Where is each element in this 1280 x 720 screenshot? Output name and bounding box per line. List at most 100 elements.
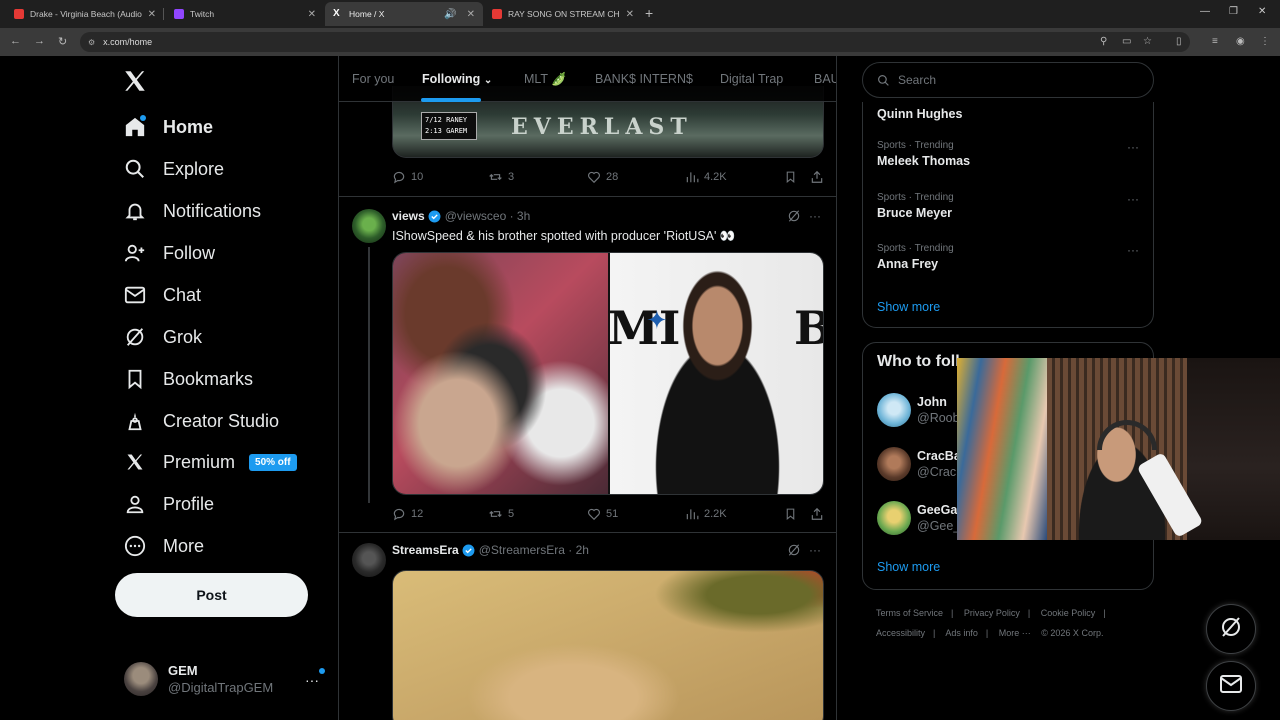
trend-item[interactable]: Sports · Trending Bruce Meyer [877, 192, 954, 220]
tweet-time[interactable]: · 3h [510, 209, 531, 223]
like-button[interactable]: 28 [587, 170, 618, 184]
follow-suggestion[interactable]: GeeGa @Gee_ [877, 501, 960, 535]
tweet-image-left[interactable] [393, 253, 608, 494]
tweet-streamsera[interactable]: StreamsEra @StreamersEra · 2h ··· [339, 532, 836, 720]
back-icon[interactable]: ← [10, 35, 21, 47]
minimize-icon[interactable]: — [1200, 6, 1210, 17]
cast-icon[interactable]: ▭ [1122, 36, 1131, 47]
new-tab-button[interactable]: + [645, 5, 653, 21]
tab-mlt[interactable]: MLT 🫛 [524, 72, 567, 87]
grok-icon[interactable] [787, 209, 801, 226]
trend-item[interactable]: Sports · Trending Anna Frey [877, 243, 954, 271]
follow-suggestion[interactable]: CracBa @Crac [877, 447, 961, 481]
zoom-icon[interactable]: ⚲ [1100, 36, 1107, 47]
account-more-icon[interactable]: ··· [305, 668, 325, 688]
tab-digital-trap[interactable]: Digital Trap [720, 72, 783, 86]
trends-show-more-link[interactable]: Show more [877, 300, 940, 314]
messages-fab-button[interactable] [1206, 661, 1256, 711]
who-to-follow-show-more-link[interactable]: Show more [877, 560, 940, 574]
tab-for-you[interactable]: For you [352, 72, 394, 86]
post-button[interactable]: Post [115, 573, 308, 617]
repost-button[interactable]: 5 [488, 507, 514, 521]
sidebar-panel-icon[interactable]: ▯ [1176, 36, 1182, 47]
tweet-image-right[interactable]: MI BI ✦ [608, 253, 823, 494]
nav-home[interactable]: Home [124, 112, 213, 142]
nav-profile[interactable]: Profile [124, 489, 214, 519]
like-button[interactable]: 51 [587, 507, 618, 521]
x-logo-icon[interactable] [122, 68, 150, 96]
close-window-icon[interactable]: ✕ [1258, 6, 1266, 17]
author-name[interactable]: StreamsEra [392, 543, 459, 557]
reply-button[interactable]: 10 [392, 170, 423, 184]
browser-tab-ray-song[interactable]: RAY SONG ON STREAM CHRIS... ✕ [484, 2, 642, 26]
tab-bank-interns[interactable]: BANK$ INTERN$ [595, 72, 693, 86]
tweet-media[interactable]: MI BI ✦ [392, 252, 824, 495]
profile-icon[interactable]: ◉ [1236, 36, 1245, 47]
nav-notifications[interactable]: Notifications [124, 196, 261, 226]
share-button[interactable] [810, 507, 829, 521]
nav-label: Explore [163, 158, 225, 179]
tweet-views[interactable]: views @viewsceo · 3h ··· IShowSpeed & hi… [339, 196, 836, 532]
author-handle[interactable]: @viewsceo [445, 209, 507, 223]
trend-item[interactable]: Sports · Trending Meleek Thomas [877, 140, 970, 168]
bookmark-star-icon[interactable]: ☆ [1143, 36, 1152, 47]
trend-item[interactable]: Quinn Hughes [877, 104, 962, 121]
footer-link-ads-info[interactable]: Ads info [945, 628, 978, 638]
close-tab-icon[interactable]: ✕ [148, 9, 156, 20]
nav-grok[interactable]: Grok [124, 322, 202, 352]
tweet-media[interactable] [392, 570, 824, 720]
close-tab-icon[interactable]: ✕ [626, 9, 634, 20]
nav-creator-studio[interactable]: Creator Studio [124, 406, 279, 436]
trend-more-icon[interactable]: ··· [1127, 243, 1139, 257]
tweet-more-icon[interactable]: ··· [809, 543, 821, 557]
trend-more-icon[interactable]: ··· [1127, 140, 1139, 154]
restore-icon[interactable]: ❐ [1229, 6, 1238, 17]
chevron-down-icon[interactable]: ⌄ [484, 75, 492, 86]
author-handle[interactable]: @StreamersEra [479, 543, 565, 557]
bookmark-button[interactable] [784, 507, 802, 521]
share-button[interactable] [810, 170, 829, 184]
browser-tab-twitch[interactable]: Twitch ✕ [166, 2, 324, 26]
author-name[interactable]: views [392, 209, 425, 223]
audio-icon[interactable]: 🔊 [444, 9, 456, 20]
nav-more[interactable]: More [124, 531, 204, 561]
tab-following[interactable]: Following ⌄ [422, 72, 492, 86]
browser-tab-drake[interactable]: Drake - Virginia Beach (Audio) ✕ [6, 2, 164, 26]
site-info-icon[interactable]: ⚙ [88, 38, 95, 47]
tweet-time[interactable]: · 2h [568, 543, 589, 557]
address-bar[interactable]: ⚙ x.com/home [80, 32, 1190, 52]
nav-explore[interactable]: Explore [124, 154, 224, 184]
trend-more-icon[interactable]: ··· [1127, 192, 1139, 206]
follow-suggestion[interactable]: John @Roob [877, 393, 960, 427]
footer-link-accessibility[interactable]: Accessibility [876, 628, 925, 638]
footer-link-privacy[interactable]: Privacy Policy [964, 608, 1020, 618]
search-input[interactable]: Search [862, 62, 1154, 98]
avatar[interactable] [352, 209, 386, 243]
browser-menu-icon[interactable]: ⋮ [1260, 36, 1270, 47]
nav-premium[interactable]: Premium 50% off [124, 447, 297, 477]
views-button[interactable]: 2.2K [685, 507, 727, 521]
avatar[interactable] [352, 543, 386, 577]
grok-fab-button[interactable] [1206, 604, 1256, 654]
close-tab-icon[interactable]: ✕ [467, 9, 475, 20]
account-switcher[interactable]: GEM @DigitalTrapGEM [124, 662, 273, 696]
footer-link-cookies[interactable]: Cookie Policy [1041, 608, 1096, 618]
footer-link-terms[interactable]: Terms of Service [876, 608, 943, 618]
repost-button[interactable]: 3 [488, 170, 514, 184]
tweet-more-icon[interactable]: ··· [809, 209, 821, 223]
grok-icon[interactable] [787, 543, 801, 560]
nav-follow[interactable]: Follow [124, 238, 215, 268]
reply-button[interactable]: 12 [392, 507, 423, 521]
who-to-follow-title: Who to foll [877, 353, 960, 370]
forward-icon[interactable]: → [34, 35, 45, 47]
views-button[interactable]: 4.2K [685, 170, 727, 184]
reload-icon[interactable]: ↻ [58, 35, 67, 48]
close-tab-icon[interactable]: ✕ [308, 9, 316, 20]
nav-bookmarks[interactable]: Bookmarks [124, 364, 253, 394]
bookmark-button[interactable] [784, 170, 802, 184]
media-control-icon[interactable]: ≡ [1212, 36, 1218, 47]
nav-chat[interactable]: Chat [124, 280, 201, 310]
browser-tab-x-home[interactable]: X Home / X 🔊 ✕ [325, 2, 483, 26]
footer-link-more[interactable]: More ··· [999, 628, 1031, 638]
tab-bau[interactable]: BAU [814, 72, 836, 86]
